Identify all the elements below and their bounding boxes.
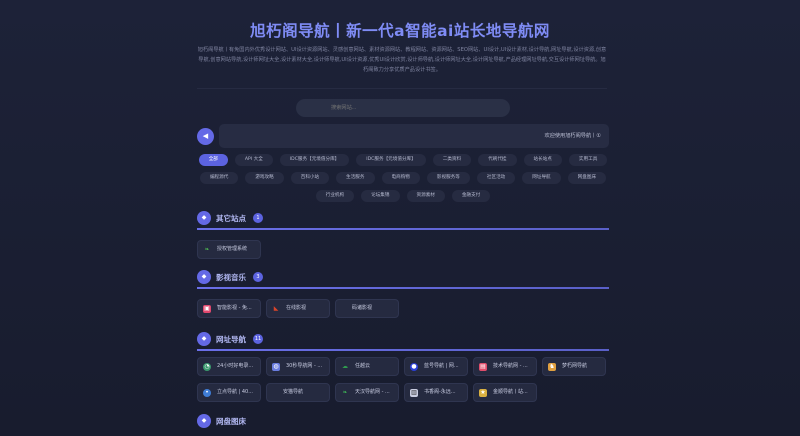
category-tag[interactable]: IDC服务【元境值分库】 (279, 154, 350, 166)
section-title: 网址导航 (216, 335, 246, 344)
leaf-icon: ❧ (342, 389, 348, 396)
section-count-badge: 3 (253, 272, 263, 282)
section-underline (197, 287, 609, 289)
megaphone-icon: ◀ (197, 128, 214, 145)
site-card[interactable]: ▤ 技术导航网 - ... (473, 357, 537, 376)
site-card[interactable]: ❧ 授权管理系统 (197, 240, 261, 259)
site-card[interactable]: ◔ 24小时好电录... (197, 357, 261, 376)
star-icon: ★ (479, 389, 487, 397)
category-tag[interactable]: 二类资料 (432, 154, 472, 166)
category-tag[interactable]: 站长站点 (523, 154, 562, 166)
section-header-web-nav: ◆ 网址导航 11 (197, 331, 609, 351)
category-tag[interactable]: 金融支付 (451, 190, 491, 202)
notice-bar: ◀ 欢迎使用旭朽阁导航丨① (197, 124, 609, 148)
site-card-label: 30秒导航网 - ... (286, 363, 323, 369)
site-card[interactable]: ● 蓝号导航 | 网... (404, 357, 468, 376)
category-tag[interactable]: 行业机构 (315, 190, 355, 202)
site-card[interactable]: ▥ 书香阁-永远... (404, 383, 468, 402)
section-header-other-sites: ◆ 其它站点 1 (197, 210, 609, 230)
site-card[interactable]: ▣ 智能影视 - 免... (197, 299, 261, 318)
globe-icon: ◍ (272, 363, 280, 371)
site-card[interactable]: ☁ 任越云 (335, 357, 399, 376)
category-tag[interactable]: 编程源代 (199, 172, 239, 184)
section-title: 影视音乐 (216, 273, 246, 282)
section-count-badge: 1 (253, 213, 263, 223)
category-tag[interactable]: 网盘图床 (567, 172, 607, 184)
category-tag[interactable]: 社区活动 (476, 172, 516, 184)
category-tag[interactable]: 资源素材 (406, 190, 445, 202)
site-card-label: 安猫导航 (283, 389, 304, 395)
category-tag[interactable]: 全部 (198, 154, 228, 166)
section-icon: ◆ (197, 332, 211, 346)
film-icon: ▣ (203, 305, 211, 313)
category-tags: 全部 API 大全 IDC服务【元境值分库】 IDC服务【元境值分库】 二类资料 代刷代挂… (197, 154, 609, 202)
search-input[interactable] (296, 99, 510, 117)
category-tag[interactable]: 游戏攻略 (245, 172, 284, 184)
site-card-label: 技术导航网 - ... (493, 363, 528, 369)
site-card-label: 梦朽网导航 (562, 363, 588, 369)
site-card-label: 任越云 (355, 363, 371, 369)
category-tag[interactable]: 代刷代挂 (478, 154, 517, 166)
play-icon: ◣ (273, 305, 279, 312)
site-card[interactable]: ◍ 30秒导航网 - ... (266, 357, 330, 376)
category-tag[interactable]: API 大全 (234, 154, 273, 166)
site-card-label: 蓝号导航 | 网... (424, 363, 459, 369)
section-count-badge: 11 (253, 334, 263, 344)
divider (197, 88, 607, 89)
site-card-label: 24小时好电录... (217, 363, 254, 369)
category-tag[interactable]: 影视服务等 (426, 172, 470, 184)
notice-text[interactable]: 欢迎使用旭朽阁导航丨① (219, 124, 609, 148)
section-header-video-music: ◆ 影视音乐 3 (197, 269, 609, 289)
section-header-cloud-storage: ◆ 网盘图床 (197, 413, 609, 431)
cat-icon: ♞ (548, 363, 556, 371)
site-card[interactable]: 安猫导航 (266, 383, 330, 402)
site-card[interactable]: ◣ 在线影视 (266, 299, 330, 318)
category-tag[interactable]: 电商购物 (381, 172, 420, 184)
site-description: 旭朽阁导航丨有免国内外优秀设计网站、UI设计资源网站、灵感创意网站、素材资源网站… (197, 47, 607, 73)
site-card[interactable]: 码诸影视 (335, 299, 399, 318)
site-card-label: 授权管理系统 (217, 246, 248, 252)
section-icon: ◆ (197, 414, 211, 428)
section-icon: ◆ (197, 270, 211, 284)
site-title: 旭朽阁导航丨新一代a智能ai站长地导航网 (250, 22, 550, 40)
cloud-icon: ☁ (342, 363, 348, 370)
site-card[interactable]: ♞ 梦朽网导航 (542, 357, 606, 376)
site-card-label: 天汉导航网 - ... (355, 389, 390, 395)
site-card-label: 智能影视 - 免... (217, 305, 252, 311)
category-tag[interactable]: IDC服务【元境值分库】 (356, 154, 426, 166)
dot-icon: • (203, 389, 211, 397)
site-card[interactable]: ★ 金顺导航丨站... (473, 383, 537, 402)
section-icon: ◆ (197, 211, 211, 225)
leaf-icon: ❧ (204, 246, 210, 253)
section-underline (197, 228, 609, 230)
category-tag[interactable]: 网址导航 (522, 172, 561, 184)
category-tag[interactable]: 实用工具 (568, 154, 608, 166)
circle-icon: ● (410, 363, 418, 371)
section-title: 网盘图床 (216, 417, 246, 426)
site-card[interactable]: • 立点导航 | 40... (197, 383, 261, 402)
site-card-label: 金顺导航丨站... (493, 389, 528, 395)
section-underline (197, 349, 609, 351)
book-icon: ▤ (479, 363, 487, 371)
site-card-label: 立点导航 | 40... (217, 389, 253, 395)
site-card-label: 书香阁-永远... (424, 389, 456, 395)
category-tag[interactable]: 百科小站 (290, 172, 330, 184)
book-open-icon: ▥ (410, 389, 418, 397)
section-title: 其它站点 (216, 214, 246, 223)
site-card[interactable]: ❧ 天汉导航网 - ... (335, 383, 399, 402)
category-tag[interactable]: 论坛集锦 (361, 190, 400, 202)
category-tag[interactable]: 生活服务 (336, 172, 375, 184)
site-card-label: 在线影视 (286, 305, 307, 311)
clock-icon: ◔ (203, 363, 211, 371)
site-card-label: 码诸影视 (352, 305, 373, 311)
